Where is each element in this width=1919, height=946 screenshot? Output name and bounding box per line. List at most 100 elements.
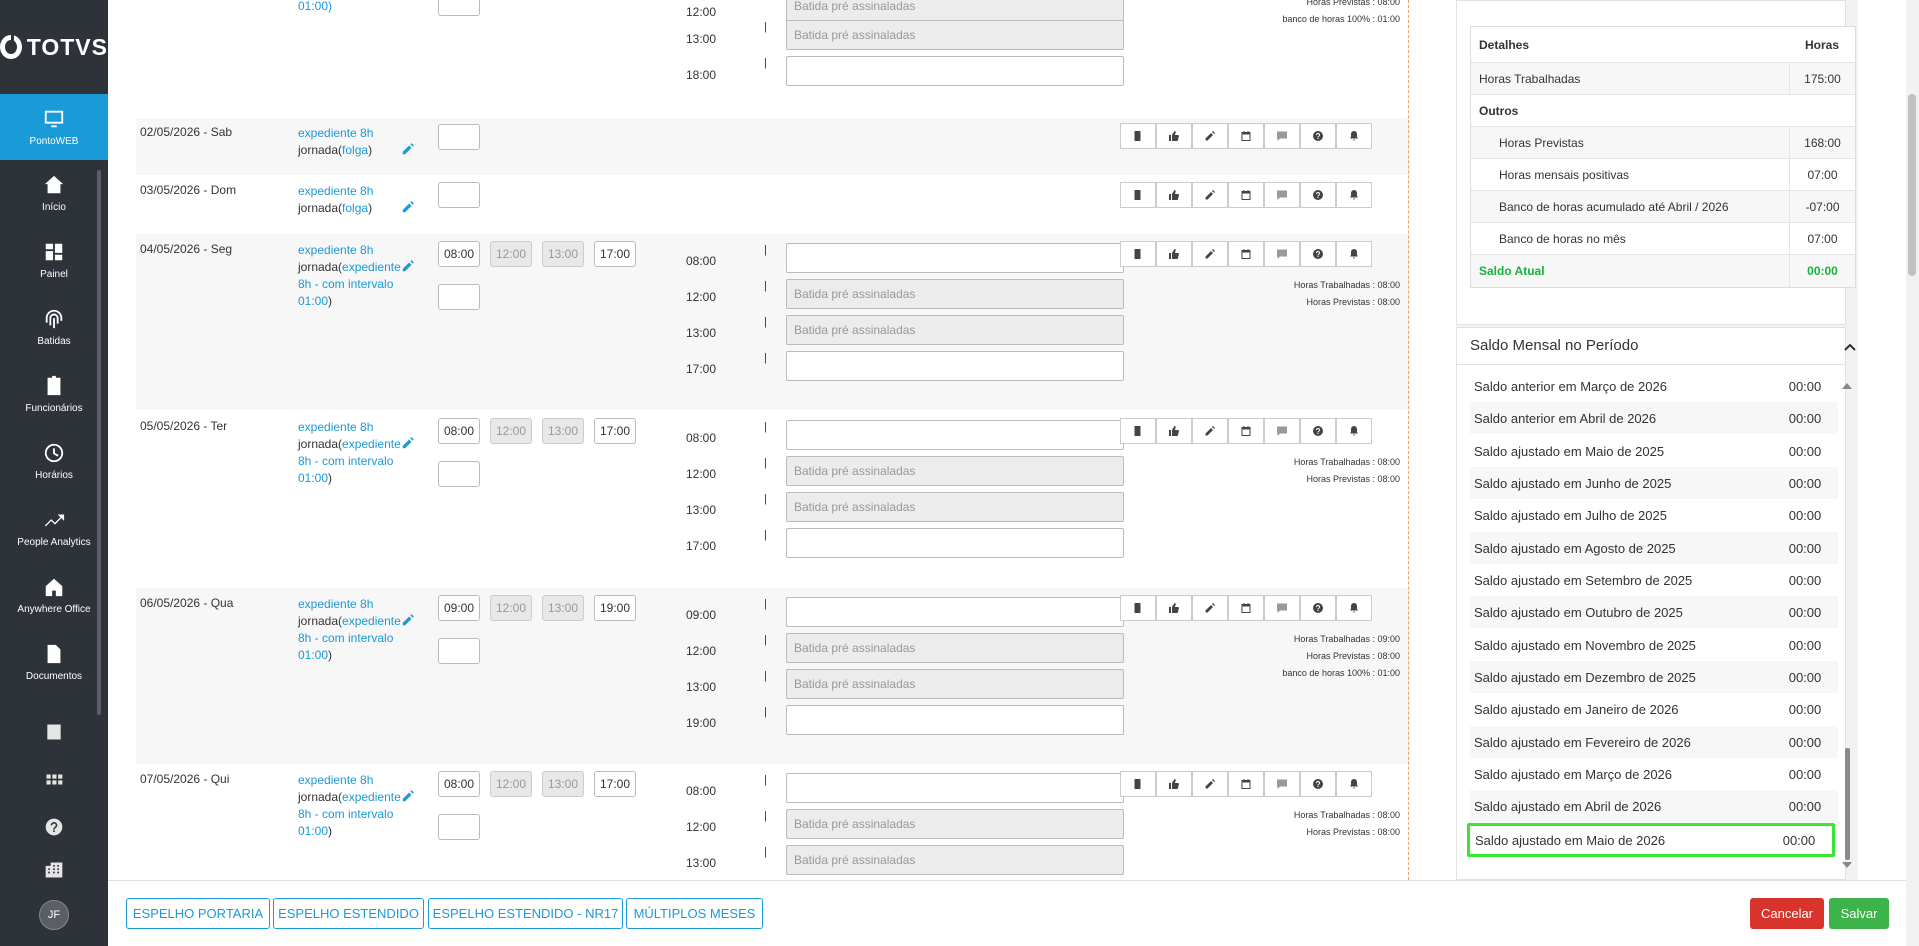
- jornada-link[interactable]: folga: [342, 201, 368, 215]
- receipt-nav[interactable]: [0, 722, 108, 742]
- jornada-link[interactable]: folga: [342, 143, 368, 157]
- multiplos-meses-button[interactable]: MÚLTIPLOS MESES: [626, 898, 763, 929]
- obs-input[interactable]: [438, 814, 480, 840]
- batida-input[interactable]: Batida pré assinaladas: [786, 456, 1124, 486]
- edit-button[interactable]: [1192, 771, 1228, 797]
- espelho-estendido-nr17-button[interactable]: ESPELHO ESTENDIDO - NR17: [428, 898, 623, 929]
- batida-input[interactable]: Batida pré assinaladas: [786, 633, 1124, 663]
- help-button[interactable]: [1300, 771, 1336, 797]
- expediente-link[interactable]: expediente 8h: [298, 242, 413, 259]
- approve-button[interactable]: [1156, 771, 1192, 797]
- nav-item-horarios[interactable]: Horários: [0, 428, 108, 495]
- edit-schedule-button[interactable]: [401, 142, 415, 156]
- calendar-button[interactable]: [1228, 123, 1264, 149]
- nav-item-funcionarios[interactable]: Funcionários: [0, 361, 108, 428]
- comment-button[interactable]: [1264, 771, 1300, 797]
- totvs-logo[interactable]: TOTVS: [0, 0, 108, 94]
- edit-schedule-button[interactable]: [401, 200, 415, 214]
- expediente-link[interactable]: expediente 8h: [298, 419, 413, 436]
- calendar-button[interactable]: [1228, 771, 1264, 797]
- approve-button[interactable]: [1156, 418, 1192, 444]
- saida-input[interactable]: 17:00: [594, 418, 636, 444]
- list-scroll-down[interactable]: [1842, 862, 1852, 868]
- alert-button[interactable]: [1336, 595, 1372, 621]
- list-item-selected[interactable]: Saldo ajustado em Maio de 2026 00:00: [1467, 823, 1835, 857]
- jornada-link[interactable]: 01:00): [298, 0, 332, 13]
- door-button[interactable]: [1120, 241, 1156, 267]
- batida-input[interactable]: [786, 773, 1124, 803]
- list-scrollbar[interactable]: [1845, 748, 1850, 860]
- batida-input[interactable]: Batida pré assinaladas: [786, 845, 1124, 875]
- batida-input[interactable]: [786, 351, 1124, 381]
- edit-button[interactable]: [1192, 123, 1228, 149]
- edit-button[interactable]: [1192, 418, 1228, 444]
- help-button[interactable]: [1300, 418, 1336, 444]
- apps-button[interactable]: [0, 772, 108, 792]
- batida-input[interactable]: [786, 597, 1124, 627]
- alert-button[interactable]: [1336, 771, 1372, 797]
- obs-input[interactable]: [438, 638, 480, 664]
- edit-button[interactable]: [1192, 595, 1228, 621]
- help-button[interactable]: [1300, 123, 1336, 149]
- nav-item-anywhere-office[interactable]: Anywhere Office: [0, 562, 108, 629]
- espelho-estendido-button[interactable]: ESPELHO ESTENDIDO: [273, 898, 424, 929]
- edit-schedule-button[interactable]: [401, 789, 415, 803]
- approve-button[interactable]: [1156, 182, 1192, 208]
- obs-input[interactable]: [438, 284, 480, 310]
- nav-item-people-analytics[interactable]: People Analytics: [0, 495, 108, 562]
- cancel-button[interactable]: Cancelar: [1750, 898, 1824, 929]
- alert-button[interactable]: [1336, 418, 1372, 444]
- comment-button[interactable]: [1264, 595, 1300, 621]
- nav-item-inicio[interactable]: Início: [0, 160, 108, 227]
- door-button[interactable]: [1120, 595, 1156, 621]
- entrada-input[interactable]: 08:00: [438, 241, 480, 267]
- company-button[interactable]: [0, 860, 108, 880]
- saida-input[interactable]: 17:00: [594, 241, 636, 267]
- entrada-input[interactable]: 08:00: [438, 418, 480, 444]
- batida-input[interactable]: [786, 243, 1124, 273]
- help-button[interactable]: [1300, 241, 1336, 267]
- espelho-portaria-button[interactable]: ESPELHO PORTARIA: [126, 898, 270, 929]
- approve-button[interactable]: [1156, 123, 1192, 149]
- door-button[interactable]: [1120, 182, 1156, 208]
- batida-input[interactable]: Batida pré assinaladas: [786, 0, 1124, 21]
- obs-input[interactable]: [438, 182, 480, 208]
- edit-schedule-button[interactable]: [401, 436, 415, 450]
- save-button[interactable]: Salvar: [1829, 898, 1889, 929]
- batida-input[interactable]: [786, 420, 1124, 450]
- batida-input[interactable]: [786, 528, 1124, 558]
- calendar-button[interactable]: [1228, 182, 1264, 208]
- comment-button[interactable]: [1264, 182, 1300, 208]
- nav-item-batidas[interactable]: Batidas: [0, 294, 108, 361]
- list-scroll-up[interactable]: [1842, 383, 1852, 389]
- alert-button[interactable]: [1336, 241, 1372, 267]
- calendar-button[interactable]: [1228, 595, 1264, 621]
- edit-schedule-button[interactable]: [401, 613, 415, 627]
- door-button[interactable]: [1120, 123, 1156, 149]
- collapse-button[interactable]: [1843, 340, 1857, 357]
- batida-input[interactable]: Batida pré assinaladas: [786, 492, 1124, 522]
- calendar-button[interactable]: [1228, 418, 1264, 444]
- obs-input[interactable]: [438, 124, 480, 150]
- help-button[interactable]: [0, 817, 108, 837]
- edit-button[interactable]: [1192, 241, 1228, 267]
- approve-button[interactable]: [1156, 241, 1192, 267]
- batida-input[interactable]: Batida pré assinaladas: [786, 315, 1124, 345]
- user-menu[interactable]: JF: [0, 900, 108, 930]
- batida-input[interactable]: Batida pré assinaladas: [786, 669, 1124, 699]
- calendar-button[interactable]: [1228, 241, 1264, 267]
- edit-schedule-button[interactable]: [401, 259, 415, 273]
- entrada-input[interactable]: 08:00: [438, 771, 480, 797]
- batida-input[interactable]: Batida pré assinaladas: [786, 20, 1124, 50]
- entrada-input[interactable]: 09:00: [438, 595, 480, 621]
- comment-button[interactable]: [1264, 241, 1300, 267]
- edit-button[interactable]: [1192, 182, 1228, 208]
- help-button[interactable]: [1300, 182, 1336, 208]
- alert-button[interactable]: [1336, 182, 1372, 208]
- batida-input[interactable]: [786, 56, 1124, 86]
- nav-item-painel[interactable]: Painel: [0, 227, 108, 294]
- page-scrollbar[interactable]: [1908, 94, 1916, 276]
- sidebar-scrollbar[interactable]: [97, 170, 101, 715]
- door-button[interactable]: [1120, 771, 1156, 797]
- batida-input[interactable]: [786, 705, 1124, 735]
